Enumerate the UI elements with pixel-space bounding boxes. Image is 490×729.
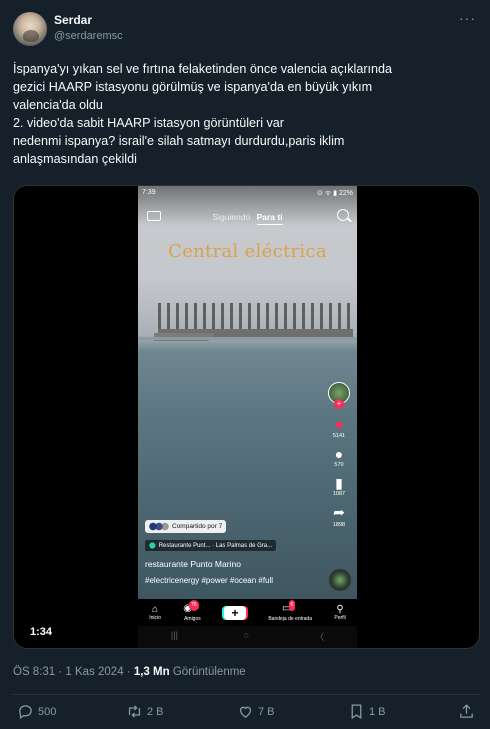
heart-icon: ♥ [334, 417, 344, 433]
location-pin-icon: ⬤ [149, 543, 156, 549]
caption-hashtags: #electricenergy #power #ocean #full [145, 576, 274, 585]
divider [13, 694, 480, 695]
power-station-structure [154, 303, 353, 341]
like-button[interactable]: 7 B [237, 703, 275, 720]
phone-status-bar: 7:39 ⊙ ᯤ ▮ 22% [142, 189, 353, 198]
nav-friends: ◉76 Amigos [183, 600, 201, 622]
comment-count: 570 [334, 462, 344, 468]
video-overlay-title: Central eléctrica [168, 241, 327, 262]
comment-icon: ● [334, 446, 344, 462]
profile-icon: ⚲ [336, 604, 344, 615]
tweet-text-line: 2. video'da sabit HAARP istasyon görüntü… [13, 116, 284, 130]
tweet-timestamp[interactable]: ÖS 8:31 · 1 Kas 2024 · [13, 666, 134, 678]
recents-icon: ||| [170, 630, 178, 640]
author-avatar[interactable] [13, 12, 47, 46]
nav-profile: ⚲ Perfil [334, 604, 346, 621]
retweet-button[interactable]: 2 B [126, 703, 164, 720]
tweet-actions: 500 2 B 7 B 1 B [13, 703, 480, 725]
share-count: 1898 [332, 522, 346, 528]
tweet-text-line: anlaşmasından çekildi [13, 152, 137, 166]
more-options-icon[interactable]: ··· [459, 10, 476, 26]
horizon [138, 337, 357, 340]
tweet-text-line: valencia'da oldu [13, 98, 103, 112]
shared-avatars [149, 522, 169, 531]
home-icon: ⌂ [152, 604, 159, 615]
tweet-text-line: nedenmi ispanya? israil'e silah satmayı … [13, 134, 345, 148]
share-button[interactable] [458, 703, 479, 720]
nav-create: + [223, 605, 246, 620]
video-frame: 7:39 ⊙ ᯤ ▮ 22% Siguiendo Para ti Central… [138, 186, 357, 599]
follow-plus-icon: + [334, 399, 344, 409]
save-count: 1087 [332, 491, 346, 497]
phone-screen-recording: 7:39 ⊙ ᯤ ▮ 22% Siguiendo Para ti Central… [138, 186, 357, 648]
author-handle[interactable]: @serdaremsc [54, 30, 123, 42]
retweet-count: 2 B [147, 705, 164, 718]
share-icon [460, 704, 473, 718]
location-tag: ⬤ Restaurante Punt... · Las Palmas de Gra… [145, 540, 277, 551]
tiktok-bottom-nav: ⌂ Inicio ◉76 Amigos + ▭6 Bandeja de entr… [138, 599, 357, 626]
status-indicators: ⊙ ᯤ ▮ 22% [317, 190, 353, 197]
feed-tabs: Siguiendo Para ti [138, 212, 357, 225]
views-label: Görüntülenme [169, 666, 246, 678]
like-icon [239, 706, 252, 718]
reply-icon [19, 705, 32, 720]
caption-username: restaurante Punto Marino [145, 559, 241, 569]
music-disc-icon [329, 569, 351, 591]
inbox-icon: ▭6 [282, 600, 296, 614]
bookmark-icon: ▮ [335, 475, 343, 491]
retweet-icon [128, 705, 141, 718]
home-circle-icon: ○ [243, 630, 250, 640]
create-plus-icon: + [223, 605, 246, 620]
tweet-meta: ÖS 8:31 · 1 Kas 2024 · 1,3 Mn Görüntülen… [13, 666, 246, 678]
tiktok-sidebar: + ♥ 5141 ● 570 ▮ 1087 ➦ 1898 [325, 382, 353, 535]
reply-count: 500 [38, 705, 57, 718]
status-time: 7:39 [142, 189, 156, 196]
nav-home: ⌂ Inicio [149, 604, 161, 621]
share-arrow-icon: ➦ [333, 504, 345, 520]
android-system-nav: ||| ○ 〈 [138, 630, 357, 643]
like-count: 5141 [332, 433, 346, 439]
bookmark-button[interactable]: 1 B [348, 703, 386, 720]
bookmark-icon [351, 704, 362, 720]
views-count: 1,3 Mn [133, 666, 170, 678]
friends-icon: ◉76 [183, 600, 199, 614]
tab-for-you: Para ti [256, 212, 283, 225]
like-count-tweet: 7 B [258, 705, 275, 718]
tab-following: Siguiendo [212, 212, 251, 222]
search-icon [337, 209, 349, 221]
tweet-text: İspanya'yı yıkan sel ve fırtına felaketi… [13, 60, 483, 168]
nav-inbox: ▭6 Bandeja de entrada [268, 600, 312, 622]
tweet-text-line: gezici HAARP istasyonu görülmüş ve ispan… [13, 80, 373, 94]
video-player[interactable]: 7:39 ⊙ ᯤ ▮ 22% Siguiendo Para ti Central… [13, 185, 480, 649]
shared-by-badge: Compartido por 7 [145, 520, 227, 533]
video-duration: 1:34 [30, 626, 53, 638]
back-icon: 〈 [315, 632, 325, 642]
tweet-text-line: İspanya'yı yıkan sel ve fırtına felaketi… [13, 62, 393, 76]
bookmark-count: 1 B [369, 705, 386, 718]
author-name[interactable]: Serdar [54, 13, 92, 27]
reply-button[interactable]: 500 [17, 703, 56, 720]
